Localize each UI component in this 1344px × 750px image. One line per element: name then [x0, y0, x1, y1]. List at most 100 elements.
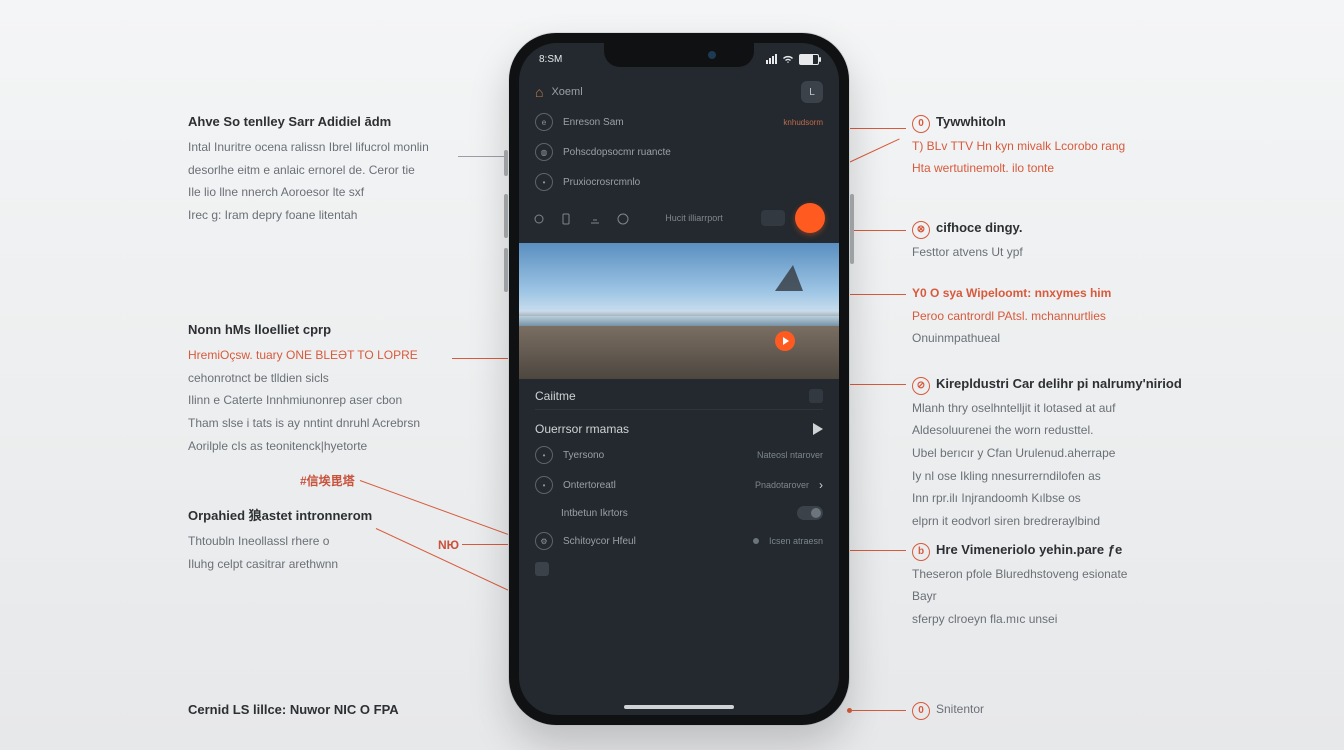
- anno-right-4-l5: Inn rpr.ilı Injrandoomh Kılbse os: [912, 489, 1212, 508]
- list-label: Intbetun Ikrtors: [561, 508, 787, 519]
- play-button[interactable]: [775, 331, 795, 351]
- anno-right-6: 0Snitentor: [912, 700, 1172, 724]
- dot-icon: [753, 538, 759, 544]
- mute-switch[interactable]: [504, 150, 508, 176]
- badge-icon: ⊘: [912, 377, 930, 395]
- toggle-switch[interactable]: [797, 506, 823, 520]
- tool-icon[interactable]: [533, 213, 543, 223]
- list-meta: Pnadotarover: [755, 480, 809, 490]
- home-indicator[interactable]: [624, 705, 734, 709]
- list-item[interactable]: [535, 556, 823, 582]
- tool-label: Hucit illiarrport: [665, 213, 723, 223]
- volume-down-button[interactable]: [504, 248, 508, 292]
- list-meta: Nateosl ntarover: [757, 450, 823, 460]
- row-item[interactable]: ◍ Pohscdopsocmr ruancte: [535, 137, 823, 167]
- anno-right-4-title: Kirepldustri Car delihr pi nalrumy'nirio…: [936, 376, 1182, 391]
- section-title: Caiitme: [535, 389, 576, 403]
- mountain-icon: [775, 265, 803, 291]
- anno-right-1-title: Tywwhitoln: [936, 114, 1006, 129]
- signal-icon: [766, 54, 777, 64]
- tool-strip: Hucit illiarrport: [519, 197, 839, 243]
- anno-left-1-l4: Irec g: Iram depry foane litentah: [188, 206, 448, 225]
- home-icon[interactable]: ⌂: [535, 84, 543, 100]
- anno-right-3: Y0 O sya Wipeloomt: nnxymes him Peroo ca…: [912, 284, 1202, 352]
- status-time: 8:SM: [539, 54, 562, 65]
- anno-left-1-title: Ahve So tenlley Sarr Adidiel ādm: [188, 112, 448, 132]
- play-icon[interactable]: [813, 423, 823, 435]
- anno-left-2-title: Nonn hMs lloelliet cprp: [188, 320, 448, 340]
- hero-media[interactable]: [519, 243, 839, 379]
- anno-left-3-l1: Thtoubln Ineollassl rhere o: [188, 532, 448, 551]
- anno-left-2-hl: HremiOçsw. tuary ONE BLEƏT TO LOPRE: [188, 346, 448, 365]
- badge-text: Y0: [912, 286, 927, 300]
- anno-left-2-tag: #信埃毘塔: [300, 474, 355, 488]
- power-button[interactable]: [850, 194, 854, 264]
- badge-icon: b: [912, 543, 930, 561]
- globe-icon: ◍: [535, 143, 553, 161]
- section-title: Ouerrsor rmamas: [535, 422, 629, 436]
- anno-left-1-l2: desorlhe eitm e anlaic ernorel de. Ceror…: [188, 161, 448, 180]
- anno-right-3-title: O sya Wipeloomt: nnxymes him: [930, 286, 1111, 300]
- row-label: Enreson Sam: [563, 117, 773, 128]
- list-label: Schitoycor Hfeul: [563, 536, 743, 547]
- anno-right-4-l6: elprn it eodvorl siren bredreraylbind: [912, 512, 1212, 531]
- anno-right-5-l1: Theseron pfole Bluredhstoveng esionate: [912, 565, 1172, 584]
- row-meta: knhudsorm: [783, 118, 823, 127]
- anno-right-4: ⊘ Kirepldustri Car delihr pi nalrumy'niri…: [912, 374, 1212, 534]
- divider: [535, 409, 823, 410]
- row-label: Pruxiocrosrcmnlo: [563, 177, 823, 188]
- anno-left-4: Cernid LS lillce: Nuwor NIC O FPA: [188, 700, 488, 726]
- list-item[interactable]: ⚙ Schitoycor Hfeul Icsen atraesn: [535, 526, 823, 556]
- list-label: Tyersono: [563, 450, 747, 461]
- list-meta: Icsen atraesn: [769, 536, 823, 546]
- tool-icon[interactable]: [589, 213, 599, 223]
- anno-right-2-title: cifhoce dingy.: [936, 220, 1022, 235]
- anno-right-1-l1: T) BLv TTV Hn kyn mivalk Lcorobo rang: [912, 137, 1172, 156]
- anno-right-4-l1: Mlanh thry oselhntelljit it lotased at a…: [912, 399, 1212, 418]
- section-action-icon[interactable]: [809, 389, 823, 403]
- settings-list: • Tyersono Nateosl ntarover • Ontertorea…: [519, 440, 839, 582]
- anno-left-2-l2: Ilinn e Caterte Innhmiunonrep aser cbon: [188, 391, 448, 410]
- chevron-right-icon: ›: [819, 478, 823, 492]
- leader-r6: [850, 710, 906, 711]
- anno-right-3-l1: Peroo cantrordl PAtsl. mchannurtlies: [912, 307, 1202, 326]
- anno-right-5-title: Hre Vimeneriolo yehin.pare ƒe: [936, 542, 1122, 557]
- volume-up-button[interactable]: [504, 194, 508, 238]
- circle-icon: e: [535, 113, 553, 131]
- bullet-icon: •: [535, 476, 553, 494]
- phone-frame: 8:SM ⌂ Xoeml L: [508, 32, 850, 726]
- anno-left-2-l4: Aorilple cIs as teonitenck|hyetorte: [188, 437, 448, 456]
- tool-icon[interactable]: [617, 213, 627, 223]
- anno-right-5-l2: Bayr: [912, 587, 1172, 606]
- anno-left-3-tag: NЮ: [438, 538, 459, 552]
- status-bar: 8:SM: [519, 49, 839, 69]
- anno-left-2-l3: Tham slse i tats is ay nntint dnruhl Acr…: [188, 414, 448, 433]
- anno-left-3-l2: Iluhg celpt casitrar arethwnn: [188, 555, 448, 574]
- bullet-icon: •: [535, 446, 553, 464]
- list-label: Ontertoreatl: [563, 480, 745, 491]
- header-title: Xoeml: [551, 86, 582, 98]
- square-icon: [535, 562, 549, 576]
- anno-right-2-l1: Festtor atvens Ut ypf: [912, 243, 1172, 262]
- row-label: Pohscdopsocmr ruancte: [563, 147, 823, 158]
- anno-left-1-l3: Ile lio llne nnerch Aoroesor lte sxf: [188, 183, 448, 202]
- anno-left-2-l1: cehonrotnct be tlldien sicls: [188, 369, 448, 388]
- header-rows: e Enreson Sam knhudsorm ◍ Pohscdopsocmr …: [519, 107, 839, 197]
- dot-icon: •: [535, 173, 553, 191]
- anno-right-4-l3: Ubel berıcır y Cfan Urulenud.aherrape: [912, 444, 1212, 463]
- app-header: ⌂ Xoeml L: [519, 77, 839, 107]
- list-item[interactable]: • Tyersono Nateosl ntarover: [535, 440, 823, 470]
- row-item[interactable]: e Enreson Sam knhudsorm: [535, 107, 823, 137]
- anno-left-4-title: Cernid LS lillce: Nuwor NIC O FPA: [188, 700, 488, 720]
- row-item[interactable]: • Pruxiocrosrcmnlo: [535, 167, 823, 197]
- anno-right-6-title: Snitentor: [936, 702, 984, 716]
- tool-icon[interactable]: [561, 213, 571, 223]
- anno-right-1-l2: Hta wertutinemolt. ilo tonte: [912, 159, 1172, 178]
- section-header: Caiitme: [519, 379, 839, 407]
- record-button[interactable]: [795, 203, 825, 233]
- list-item[interactable]: • Ontertoreatl Pnadotarover ›: [535, 470, 823, 500]
- anno-right-4-l4: Iy nl ose Ikling nnesurrerndilofen as: [912, 467, 1212, 486]
- list-item[interactable]: Intbetun Ikrtors: [535, 500, 823, 526]
- tool-chip[interactable]: [761, 210, 785, 226]
- avatar[interactable]: L: [801, 81, 823, 103]
